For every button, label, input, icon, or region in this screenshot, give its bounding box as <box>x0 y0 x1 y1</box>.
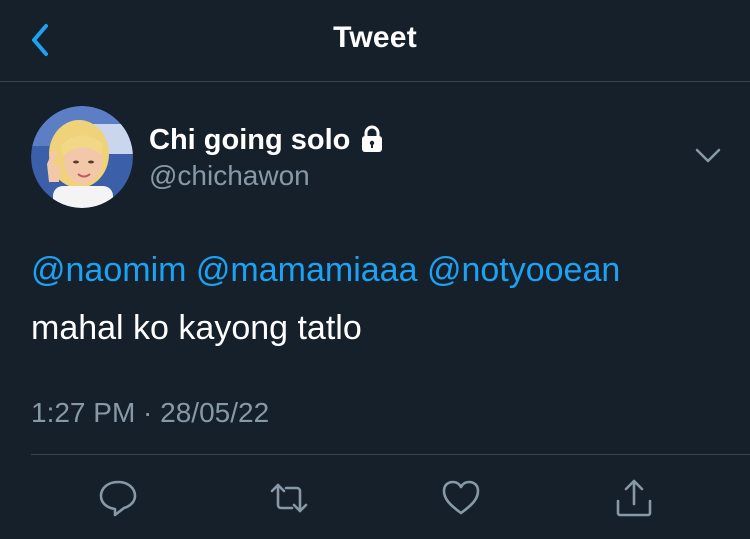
retweet-icon <box>270 483 308 513</box>
divider <box>31 454 750 455</box>
mention-link[interactable]: @naomim <box>31 251 186 289</box>
tweet-mentions: @naomim @mamamiaaa @notyooean <box>31 250 620 290</box>
share-button[interactable] <box>613 477 655 519</box>
avatar[interactable] <box>31 106 133 208</box>
mention-link[interactable]: @notyooean <box>427 251 620 289</box>
display-name[interactable]: Chi going solo <box>149 124 350 156</box>
mention-link[interactable]: @mamamiaaa <box>196 251 418 289</box>
like-icon <box>442 480 480 515</box>
top-bar: Tweet <box>0 0 750 82</box>
page-title: Tweet <box>333 21 417 54</box>
retweet-button[interactable] <box>268 477 310 519</box>
tweet-timestamp[interactable]: 1:27 PM · 28/05/22 <box>31 396 269 430</box>
share-icon <box>616 479 652 517</box>
tweet-text: mahal ko kayong tatlo <box>31 309 362 347</box>
chevron-down-icon <box>695 148 721 163</box>
reply-icon <box>99 480 137 517</box>
reply-button[interactable] <box>97 477 139 519</box>
like-button[interactable] <box>440 477 482 519</box>
lock-icon <box>357 124 387 154</box>
user-handle[interactable]: @chichawon <box>149 160 310 192</box>
more-options-button[interactable] <box>692 142 724 170</box>
avatar-image <box>31 106 133 208</box>
